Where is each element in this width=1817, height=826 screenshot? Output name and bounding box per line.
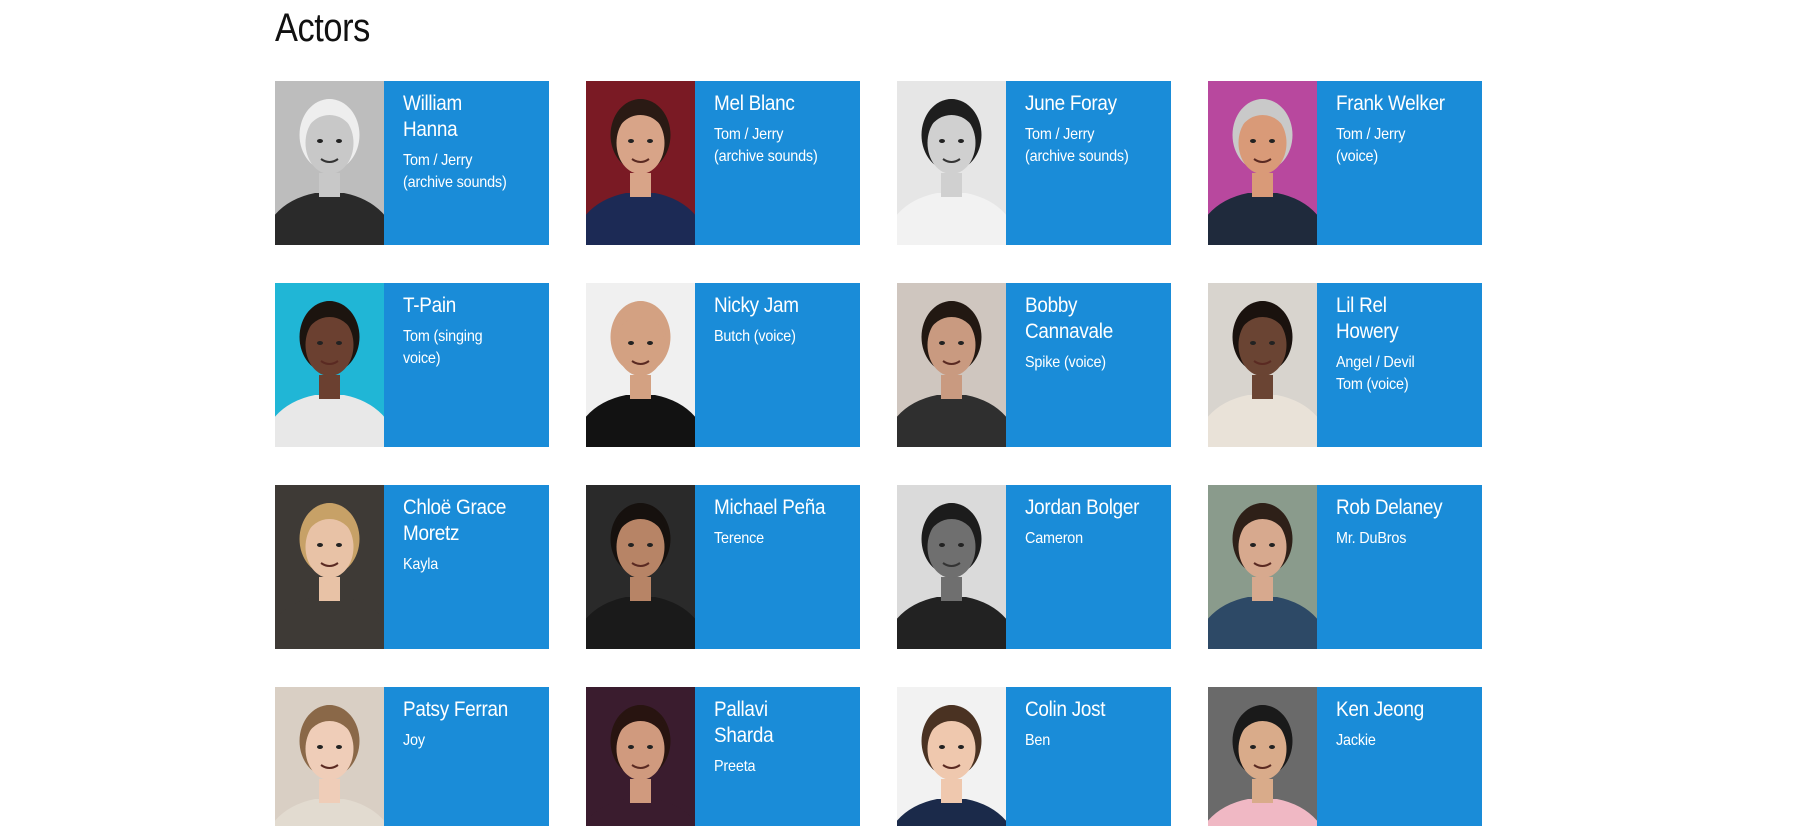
actor-info: Rob Delaney Mr. DuBros	[1317, 485, 1482, 649]
actor-card[interactable]: Frank Welker Tom / Jerry (voice)	[1208, 81, 1482, 245]
actor-info: Jordan Bolger Cameron	[1006, 485, 1171, 649]
actor-photo[interactable]	[1208, 81, 1317, 245]
actor-info: Lil Rel Howery Angel / Devil Tom (voice)	[1317, 283, 1482, 447]
actor-name[interactable]: Lil Rel Howery	[1336, 293, 1471, 345]
actor-photo[interactable]	[586, 283, 695, 447]
actor-name[interactable]: June Foray	[1025, 91, 1160, 117]
actor-role: Preeta	[714, 758, 756, 775]
actor-name[interactable]: Colin Jost	[1025, 697, 1160, 723]
portrait-image	[1208, 485, 1317, 649]
actor-role: Tom / Jerry (archive sounds)	[403, 152, 507, 191]
actor-name[interactable]: William Hanna	[403, 91, 538, 143]
actor-grid: William Hanna Tom / Jerry (archive sound…	[275, 81, 1482, 826]
actor-info: Michael Peña Terence	[695, 485, 860, 649]
actor-info: T-Pain Tom (singing voice)	[384, 283, 549, 447]
actor-photo[interactable]	[275, 687, 384, 826]
actor-photo[interactable]	[897, 485, 1006, 649]
portrait-image	[275, 485, 384, 649]
actor-role: Tom / Jerry (archive sounds)	[1025, 126, 1129, 165]
actor-info: Mel Blanc Tom / Jerry (archive sounds)	[695, 81, 860, 245]
actor-role: Ben	[1025, 732, 1051, 749]
actor-role: Terence	[714, 530, 764, 547]
actor-info: Colin Jost Ben	[1006, 687, 1171, 826]
actor-card[interactable]: Pallavi Sharda Preeta	[586, 687, 860, 826]
portrait-image	[586, 485, 695, 649]
actor-card[interactable]: William Hanna Tom / Jerry (archive sound…	[275, 81, 549, 245]
page: Actors William Hanna Tom / Jerry (archiv…	[0, 0, 1817, 826]
actor-info: Ken Jeong Jackie	[1317, 687, 1482, 826]
actor-photo[interactable]	[275, 485, 384, 649]
actor-card[interactable]: Lil Rel Howery Angel / Devil Tom (voice)	[1208, 283, 1482, 447]
actor-role: Cameron	[1025, 530, 1083, 547]
actor-info: Nicky Jam Butch (voice)	[695, 283, 860, 447]
portrait-image	[897, 283, 1006, 447]
actor-name[interactable]: Bobby Cannavale	[1025, 293, 1160, 345]
actor-photo[interactable]	[1208, 687, 1317, 826]
actor-role: Tom (singing voice)	[403, 328, 483, 367]
actor-photo[interactable]	[275, 81, 384, 245]
portrait-image	[586, 81, 695, 245]
actor-card[interactable]: June Foray Tom / Jerry (archive sounds)	[897, 81, 1171, 245]
actor-name[interactable]: Frank Welker	[1336, 91, 1471, 117]
actor-info: Pallavi Sharda Preeta	[695, 687, 860, 826]
portrait-image	[586, 687, 695, 826]
actor-card[interactable]: Bobby Cannavale Spike (voice)	[897, 283, 1171, 447]
actor-name[interactable]: Chloë Grace Moretz	[403, 495, 538, 547]
actor-photo[interactable]	[586, 687, 695, 826]
actor-card[interactable]: Michael Peña Terence	[586, 485, 860, 649]
actor-photo[interactable]	[586, 485, 695, 649]
actor-role: Mr. DuBros	[1336, 530, 1407, 547]
actor-role: Jackie	[1336, 732, 1376, 749]
actor-card[interactable]: Patsy Ferran Joy	[275, 687, 549, 826]
actor-photo[interactable]	[275, 283, 384, 447]
portrait-image	[1208, 81, 1317, 245]
portrait-image	[897, 485, 1006, 649]
actor-role: Kayla	[403, 556, 439, 573]
actor-name[interactable]: T-Pain	[403, 293, 538, 319]
actor-role: Angel / Devil Tom (voice)	[1336, 354, 1415, 393]
actor-info: Chloë Grace Moretz Kayla	[384, 485, 549, 649]
actor-card[interactable]: Chloë Grace Moretz Kayla	[275, 485, 549, 649]
actor-name[interactable]: Patsy Ferran	[403, 697, 538, 723]
portrait-image	[1208, 283, 1317, 447]
actor-photo[interactable]	[897, 283, 1006, 447]
actor-name[interactable]: Rob Delaney	[1336, 495, 1471, 521]
portrait-image	[275, 687, 384, 826]
section-title: Actors	[275, 6, 370, 50]
actor-photo[interactable]	[897, 81, 1006, 245]
actor-card[interactable]: Jordan Bolger Cameron	[897, 485, 1171, 649]
actor-info: Bobby Cannavale Spike (voice)	[1006, 283, 1171, 447]
actor-name[interactable]: Mel Blanc	[714, 91, 849, 117]
actor-card[interactable]: Nicky Jam Butch (voice)	[586, 283, 860, 447]
actor-info: William Hanna Tom / Jerry (archive sound…	[384, 81, 549, 245]
actor-name[interactable]: Michael Peña	[714, 495, 849, 521]
actor-name[interactable]: Pallavi Sharda	[714, 697, 849, 749]
actor-info: Patsy Ferran Joy	[384, 687, 549, 826]
actor-info: Frank Welker Tom / Jerry (voice)	[1317, 81, 1482, 245]
actor-role: Tom / Jerry (voice)	[1336, 126, 1406, 165]
actor-role: Joy	[403, 732, 425, 749]
portrait-image	[897, 687, 1006, 826]
portrait-image	[1208, 687, 1317, 826]
actor-photo[interactable]	[1208, 485, 1317, 649]
actor-role: Butch (voice)	[714, 328, 796, 345]
actor-card[interactable]: Mel Blanc Tom / Jerry (archive sounds)	[586, 81, 860, 245]
actor-photo[interactable]	[586, 81, 695, 245]
actor-role: Spike (voice)	[1025, 354, 1106, 371]
actor-card[interactable]: Colin Jost Ben	[897, 687, 1171, 826]
portrait-image	[897, 81, 1006, 245]
portrait-image	[275, 283, 384, 447]
actor-role: Tom / Jerry (archive sounds)	[714, 126, 818, 165]
portrait-image	[586, 283, 695, 447]
actor-name[interactable]: Nicky Jam	[714, 293, 849, 319]
actor-info: June Foray Tom / Jerry (archive sounds)	[1006, 81, 1171, 245]
actor-name[interactable]: Jordan Bolger	[1025, 495, 1160, 521]
actor-card[interactable]: Rob Delaney Mr. DuBros	[1208, 485, 1482, 649]
portrait-image	[275, 81, 384, 245]
actor-photo[interactable]	[1208, 283, 1317, 447]
actor-photo[interactable]	[897, 687, 1006, 826]
actor-card[interactable]: Ken Jeong Jackie	[1208, 687, 1482, 826]
actor-name[interactable]: Ken Jeong	[1336, 697, 1471, 723]
actor-card[interactable]: T-Pain Tom (singing voice)	[275, 283, 549, 447]
